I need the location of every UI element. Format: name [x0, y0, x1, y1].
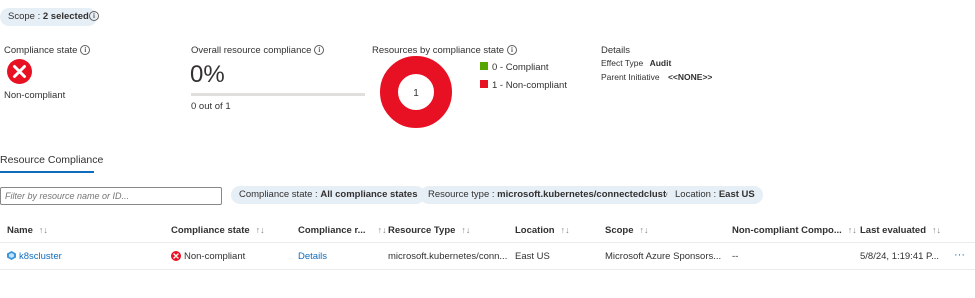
column-header-compliance-reason[interactable]: Compliance r... ↑↓ — [298, 225, 387, 236]
column-header-compliance-state[interactable]: Compliance state ↑↓ — [171, 225, 265, 236]
column-header-noncompliant-components[interactable]: Non-compliant Compo... ↑↓ — [732, 225, 857, 236]
by-state-title: Resources by compliance state i — [372, 45, 518, 56]
chip-resource-type-label: Resource type : — [428, 189, 498, 200]
chip-resource-type[interactable]: Resource type : microsoft.kubernetes/con… — [420, 186, 689, 204]
row-location: East US — [515, 251, 550, 262]
compliance-state-value: Non-compliant — [4, 90, 66, 101]
column-header-name[interactable]: Name ↑↓ — [7, 225, 48, 236]
chip-location[interactable]: Location : East US — [667, 186, 763, 204]
chip-compliance-state-value: All compliance states — [320, 189, 418, 200]
row-last-evaluated: 5/8/24, 1:19:41 P... — [860, 251, 940, 262]
info-icon[interactable]: i — [89, 11, 99, 21]
parent-initiative-label: Parent Initiative — [601, 72, 660, 82]
compliance-state-title-text: Compliance state — [4, 45, 78, 56]
overall-count: 0 out of 1 — [191, 101, 231, 112]
parent-initiative: Parent Initiative <<NONE>> — [601, 72, 712, 82]
scope-pill[interactable]: Scope : 2 selected — [0, 8, 97, 26]
sort-arrows-icon[interactable]: ↑↓ — [640, 225, 649, 235]
chip-location-label: Location : — [675, 189, 719, 200]
effect-type-value: Audit — [649, 58, 672, 68]
tab-resource-compliance[interactable]: Resource Compliance — [0, 154, 103, 166]
by-state-title-text: Resources by compliance state — [372, 45, 505, 56]
scope-label: Scope : — [8, 11, 43, 22]
legend-swatch-non-compliant — [480, 80, 488, 88]
filter-input[interactable] — [0, 187, 222, 205]
legend-compliant[interactable]: 0 - Compliant — [492, 62, 549, 73]
column-resource-type-label: Resource Type — [388, 225, 456, 236]
more-actions-icon[interactable]: ··· — [954, 249, 965, 261]
overall-percent: 0% — [190, 61, 225, 88]
donut-center-value: 1 — [413, 88, 419, 99]
row-divider — [0, 269, 975, 270]
table-row[interactable]: k8scluster Non-compliant Details microso… — [0, 243, 975, 269]
column-header-resource-type[interactable]: Resource Type ↑↓ — [388, 225, 470, 236]
tab-underline — [0, 171, 94, 173]
column-location-label: Location — [515, 225, 555, 236]
row-noncompliant-components: -- — [732, 251, 739, 262]
row-compliance-state: Non-compliant — [184, 251, 246, 262]
donut-chart: 1 — [380, 56, 452, 128]
sort-arrows-icon[interactable]: ↑↓ — [461, 225, 470, 235]
column-compliance-state-label: Compliance state — [171, 225, 250, 236]
compliance-state-title: Compliance state i — [4, 45, 91, 56]
info-icon[interactable]: i — [314, 45, 325, 56]
scope-value: 2 selected — [42, 11, 89, 22]
progress-track — [191, 93, 365, 96]
chip-location-value: East US — [718, 189, 755, 200]
chip-compliance-state[interactable]: Compliance state : All compliance states — [231, 186, 426, 204]
sort-arrows-icon[interactable]: ↑↓ — [932, 225, 941, 235]
details-title: Details — [601, 45, 631, 56]
column-compliance-reason-label: Compliance r... — [298, 225, 366, 236]
column-scope-label: Scope — [605, 225, 634, 236]
chip-resource-type-value: microsoft.kubernetes/connectedclusters — [497, 189, 681, 200]
legend-swatch-compliant — [480, 62, 488, 70]
column-header-last-evaluated[interactable]: Last evaluated ↑↓ — [860, 225, 941, 236]
details-link[interactable]: Details — [298, 251, 327, 262]
sort-arrows-icon[interactable]: ↑↓ — [39, 225, 48, 235]
sort-arrows-icon[interactable]: ↑↓ — [378, 225, 387, 235]
kubernetes-cluster-icon — [7, 251, 16, 260]
column-last-evaluated-label: Last evaluated — [860, 225, 926, 236]
sort-arrows-icon[interactable]: ↑↓ — [848, 225, 857, 235]
row-resource-type: microsoft.kubernetes/conn... — [388, 251, 508, 262]
row-scope: Microsoft Azure Sponsors... — [605, 251, 722, 262]
info-icon[interactable]: i — [80, 45, 91, 56]
column-name-label: Name — [7, 225, 33, 236]
sort-arrows-icon[interactable]: ↑↓ — [561, 225, 570, 235]
effect-type: Effect Type Audit — [601, 58, 671, 68]
chip-compliance-state-label: Compliance state : — [239, 189, 321, 200]
info-icon[interactable]: i — [507, 45, 518, 56]
legend-non-compliant[interactable]: 1 - Non-compliant — [492, 80, 567, 91]
column-noncompliant-components-label: Non-compliant Compo... — [732, 225, 842, 236]
column-header-location[interactable]: Location ↑↓ — [515, 225, 570, 236]
effect-type-label: Effect Type — [601, 58, 644, 68]
overall-compliance-title: Overall resource compliance i — [191, 45, 325, 56]
parent-initiative-value: <<NONE>> — [667, 72, 713, 82]
resource-name-link[interactable]: k8scluster — [19, 251, 62, 262]
column-header-scope[interactable]: Scope ↑↓ — [605, 225, 649, 236]
error-circle-icon — [171, 251, 181, 261]
overall-compliance-title-text: Overall resource compliance — [191, 45, 312, 56]
sort-arrows-icon[interactable]: ↑↓ — [256, 225, 265, 235]
error-circle-icon — [7, 59, 32, 84]
